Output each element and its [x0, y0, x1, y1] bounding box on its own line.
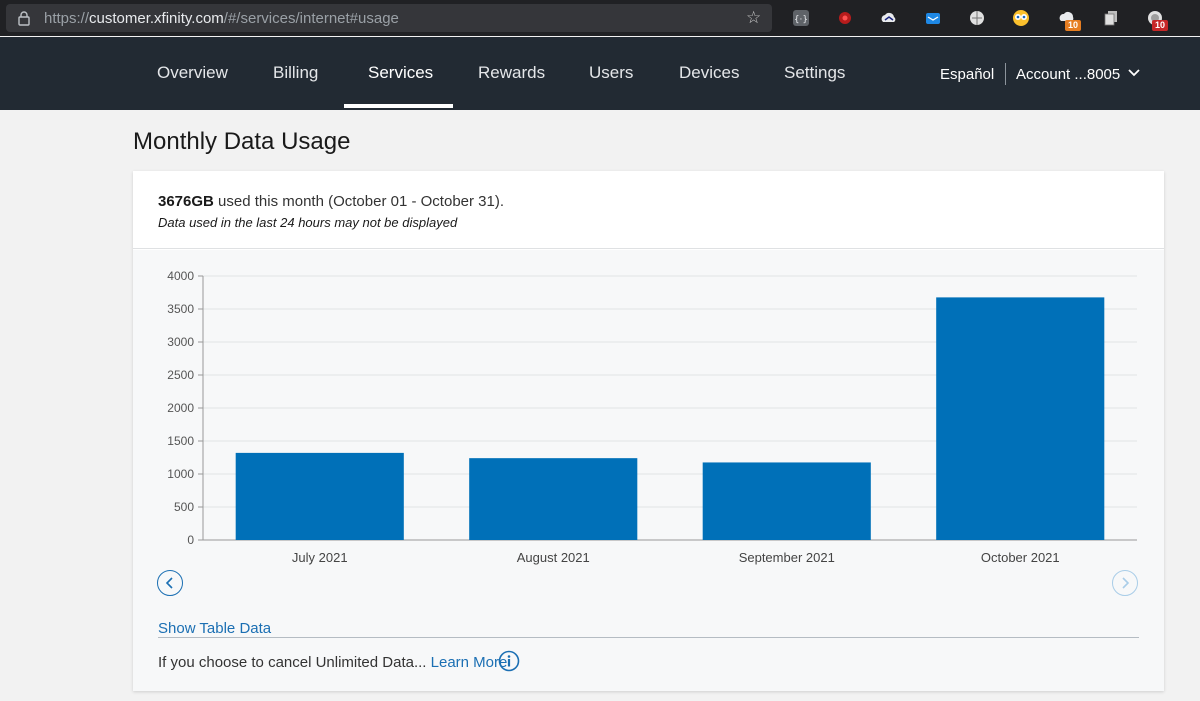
browser-toolbar: https://customer.xfinity.com/#/services/… [0, 0, 1200, 36]
url-text: https://customer.xfinity.com/#/services/… [44, 10, 399, 27]
usage-summary-text: 3676GB used this month (October 01 - Oct… [158, 193, 504, 210]
extension-globe-icon[interactable] [968, 9, 986, 27]
usage-summary: 3676GB used this month (October 01 - Oct… [133, 171, 1164, 249]
account-menu[interactable]: Account ...8005 [1016, 66, 1120, 83]
chevron-down-icon[interactable] [1128, 68, 1140, 78]
chevron-left-icon [165, 577, 173, 589]
y-tick-label: 3500 [167, 302, 194, 316]
y-tick-label: 0 [187, 533, 194, 547]
svg-text:{·}: {·} [794, 15, 808, 25]
usage-amount: 3676GB [158, 193, 214, 210]
info-icon[interactable] [498, 650, 520, 672]
x-tick-label: August 2021 [517, 550, 590, 565]
bar [235, 452, 404, 540]
usage-card: 3676GB used this month (October 01 - Oct… [133, 171, 1164, 691]
page-title: Monthly Data Usage [133, 128, 351, 155]
extension-badge: 10 [1065, 20, 1082, 31]
nav-users[interactable]: Users [589, 63, 633, 83]
extension-bracket-icon[interactable]: {·} [792, 9, 810, 27]
extension-red-spider-icon[interactable] [836, 9, 854, 27]
extension-folder-icon[interactable] [924, 9, 942, 27]
y-tick-label: 1500 [167, 434, 194, 448]
site-navigation: Overview Billing Services Rewards Users … [0, 37, 1200, 110]
x-tick-label: July 2021 [292, 550, 348, 565]
y-tick-label: 4000 [167, 269, 194, 283]
bookmark-star-icon[interactable]: ☆ [746, 8, 768, 28]
learn-more-link[interactable]: Learn More [431, 654, 508, 671]
show-table-data-link[interactable]: Show Table Data [158, 620, 271, 637]
extension-cloud-icon[interactable] [880, 9, 898, 27]
language-toggle[interactable]: Español [940, 66, 994, 83]
nav-overview[interactable]: Overview [157, 63, 228, 83]
address-bar[interactable]: https://customer.xfinity.com/#/services/… [6, 4, 772, 32]
divider [158, 637, 1139, 638]
nav-rewards[interactable]: Rewards [478, 63, 545, 83]
extension-badge: 10 [1152, 20, 1169, 31]
usage-period: used this month (October 01 - October 31… [213, 193, 505, 210]
chevron-right-icon [1122, 577, 1130, 589]
cancel-unlimited-label: If you choose to cancel Unlimited Data..… [158, 654, 431, 671]
next-month-button[interactable] [1112, 570, 1138, 596]
extension-eyes-icon[interactable] [1012, 9, 1030, 27]
active-tab-indicator [344, 104, 453, 108]
nav-settings[interactable]: Settings [784, 63, 845, 83]
previous-month-button[interactable] [157, 570, 183, 596]
usage-chart: 0 500 1000 1500 2000 2500 3000 3500 4000 July 202… [133, 250, 1164, 691]
bar-chart: 0 500 1000 1500 2000 2500 3000 3500 4000 July 202… [167, 269, 1137, 565]
y-tick-label: 2000 [167, 401, 194, 415]
nav-devices[interactable]: Devices [679, 63, 739, 83]
x-tick-label: October 2021 [981, 550, 1060, 565]
x-tick-label: September 2021 [739, 550, 835, 565]
cancel-unlimited-text: If you choose to cancel Unlimited Data..… [158, 654, 507, 671]
y-tick-label: 1000 [167, 467, 194, 481]
nav-services[interactable]: Services [368, 63, 433, 83]
y-tick-label: 2500 [167, 368, 194, 382]
bar [702, 462, 871, 540]
y-tick-label: 500 [174, 500, 194, 514]
extension-pages-icon[interactable] [1102, 9, 1120, 27]
nav-billing[interactable]: Billing [273, 63, 318, 83]
bar [469, 458, 638, 540]
nav-divider [1005, 63, 1006, 85]
y-tick-label: 3000 [167, 335, 194, 349]
bar [936, 297, 1105, 540]
lock-icon [18, 11, 30, 26]
usage-note: Data used in the last 24 hours may not b… [158, 215, 458, 230]
